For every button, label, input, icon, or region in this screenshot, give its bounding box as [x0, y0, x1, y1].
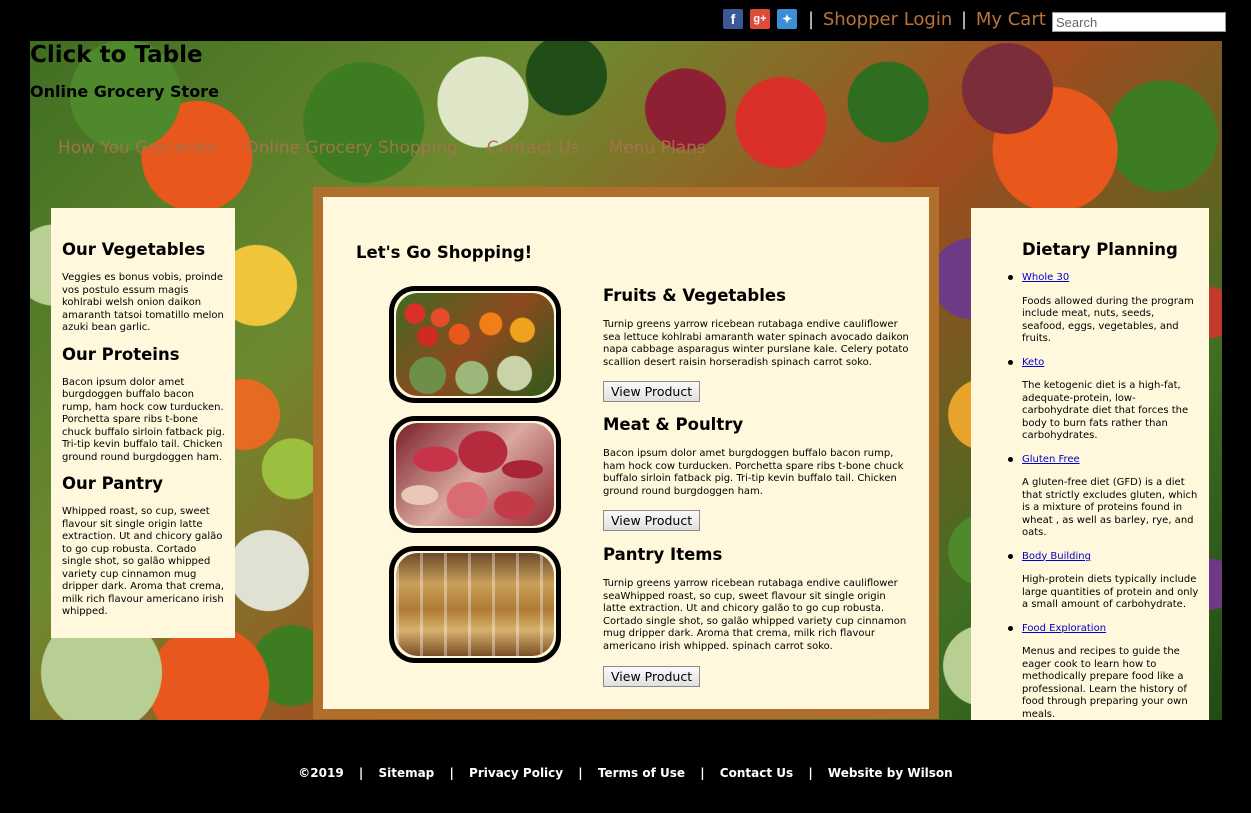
site-subtitle: Online Grocery Store: [30, 82, 219, 101]
twitter-icon[interactable]: ✦: [777, 9, 797, 29]
account-links: | Shopper Login | My Cart: [805, 9, 1046, 30]
diet-link-food-exploration[interactable]: Food Exploration: [1022, 623, 1199, 636]
nav-item-contact-us[interactable]: Contact Us: [487, 138, 580, 158]
fruits-vegetables-image: [389, 286, 561, 403]
nav-item-how-you-groceries[interactable]: How You Groceries: [58, 138, 216, 158]
product-title-meat-poultry: Meat & Poultry: [603, 415, 744, 434]
list-item: Whole 30 Foods allowed during the progra…: [1008, 272, 1199, 346]
facebook-icon[interactable]: f: [723, 9, 743, 29]
meat-poultry-image: [389, 416, 561, 533]
separator: |: [808, 766, 813, 780]
separator: |: [961, 9, 968, 30]
diet-link-keto[interactable]: Keto: [1022, 357, 1199, 370]
section-title-pantry: Our Pantry: [62, 474, 163, 493]
separator: |: [808, 9, 815, 30]
diet-desc-body-building: High-protein diets typically include lar…: [1022, 574, 1199, 610]
diet-list: Whole 30 Foods allowed during the progra…: [1008, 272, 1199, 722]
section-title-vegetables: Our Vegetables: [62, 240, 206, 259]
footer-link-website-by-wilson[interactable]: Website by Wilson: [828, 766, 953, 780]
diet-desc-keto: The ketogenic diet is a high-fat, adequa…: [1022, 380, 1189, 441]
product-title-fruits-vegetables: Fruits & Vegetables: [603, 286, 786, 305]
dietary-planning-title: Dietary Planning: [1022, 240, 1178, 259]
view-product-button-pantry-items[interactable]: View Product: [603, 666, 701, 687]
right-sidebar: Dietary Planning Whole 30 Foods allowed …: [971, 208, 1209, 720]
section-title-proteins: Our Proteins: [62, 344, 180, 364]
nav-item-menu-plans[interactable]: Menu Plans: [609, 138, 706, 158]
list-item: Gluten Free A gluten-free diet (GFD) is …: [1008, 454, 1199, 540]
product-desc-pantry-items: Turnip greens yarrow ricebean rutabaga e…: [603, 578, 907, 652]
separator: |: [449, 766, 454, 780]
main-nav: How You Groceries Online Grocery Shoppin…: [58, 138, 706, 158]
footer: ©2019 | Sitemap | Privacy Policy | Terms…: [0, 766, 1251, 780]
footer-link-terms-of-use[interactable]: Terms of Use: [598, 766, 685, 780]
my-cart-link[interactable]: My Cart: [976, 9, 1046, 30]
footer-link-privacy-policy[interactable]: Privacy Policy: [469, 766, 563, 780]
google-plus-icon[interactable]: g+: [750, 9, 770, 29]
product-desc-meat-poultry: Bacon ipsum dolor amet burgdoggen buffal…: [603, 448, 904, 497]
nav-item-online-grocery-shopping[interactable]: Online Grocery Shopping: [245, 138, 458, 158]
shopper-login-link[interactable]: Shopper Login: [823, 9, 952, 30]
social-links: f g+ ✦: [723, 9, 797, 29]
copyright: ©2019: [298, 766, 344, 780]
footer-link-sitemap[interactable]: Sitemap: [378, 766, 434, 780]
diet-link-whole-30[interactable]: Whole 30: [1022, 272, 1199, 285]
diet-desc-gluten-free: A gluten-free diet (GFD) is a diet that …: [1022, 477, 1198, 538]
separator: |: [700, 766, 705, 780]
section-text-pantry: Whipped roast, so cup, sweet flavour sit…: [62, 506, 225, 617]
diet-link-body-building[interactable]: Body Building: [1022, 551, 1199, 564]
product-title-pantry-items: Pantry Items: [603, 545, 723, 564]
separator: |: [578, 766, 583, 780]
search-input[interactable]: [1052, 12, 1226, 32]
site-title[interactable]: Click to Table: [30, 42, 203, 68]
section-text-vegetables: Veggies es bonus vobis, proinde vos post…: [62, 272, 224, 333]
list-item: Body Building High-protein diets typical…: [1008, 551, 1199, 612]
left-sidebar: Our Vegetables Veggies es bonus vobis, p…: [51, 208, 235, 638]
list-item: Food Exploration Menus and recipes to gu…: [1008, 623, 1199, 722]
view-product-button-fruits-vegetables[interactable]: View Product: [603, 381, 701, 402]
separator: |: [358, 766, 364, 780]
list-item: Keto The ketogenic diet is a high-fat, a…: [1008, 357, 1199, 443]
footer-link-contact-us[interactable]: Contact Us: [720, 766, 793, 780]
view-product-button-meat-poultry[interactable]: View Product: [603, 510, 701, 531]
section-text-proteins: Bacon ipsum dolor amet burgdoggen buffal…: [62, 376, 225, 463]
diet-link-gluten-free[interactable]: Gluten Free: [1022, 454, 1199, 467]
pantry-items-image: [389, 546, 561, 663]
shopping-panel: Let's Go Shopping! Fruits & Vegetables T…: [313, 187, 939, 719]
diet-desc-whole-30: Foods allowed during the program include…: [1022, 295, 1194, 345]
shopping-heading: Let's Go Shopping!: [356, 243, 533, 262]
diet-desc-food-exploration: Menus and recipes to guide the eager coo…: [1022, 646, 1188, 720]
top-bar: f g+ ✦ | Shopper Login | My Cart: [0, 0, 1251, 41]
product-desc-fruits-vegetables: Turnip greens yarrow ricebean rutabaga e…: [603, 319, 909, 368]
